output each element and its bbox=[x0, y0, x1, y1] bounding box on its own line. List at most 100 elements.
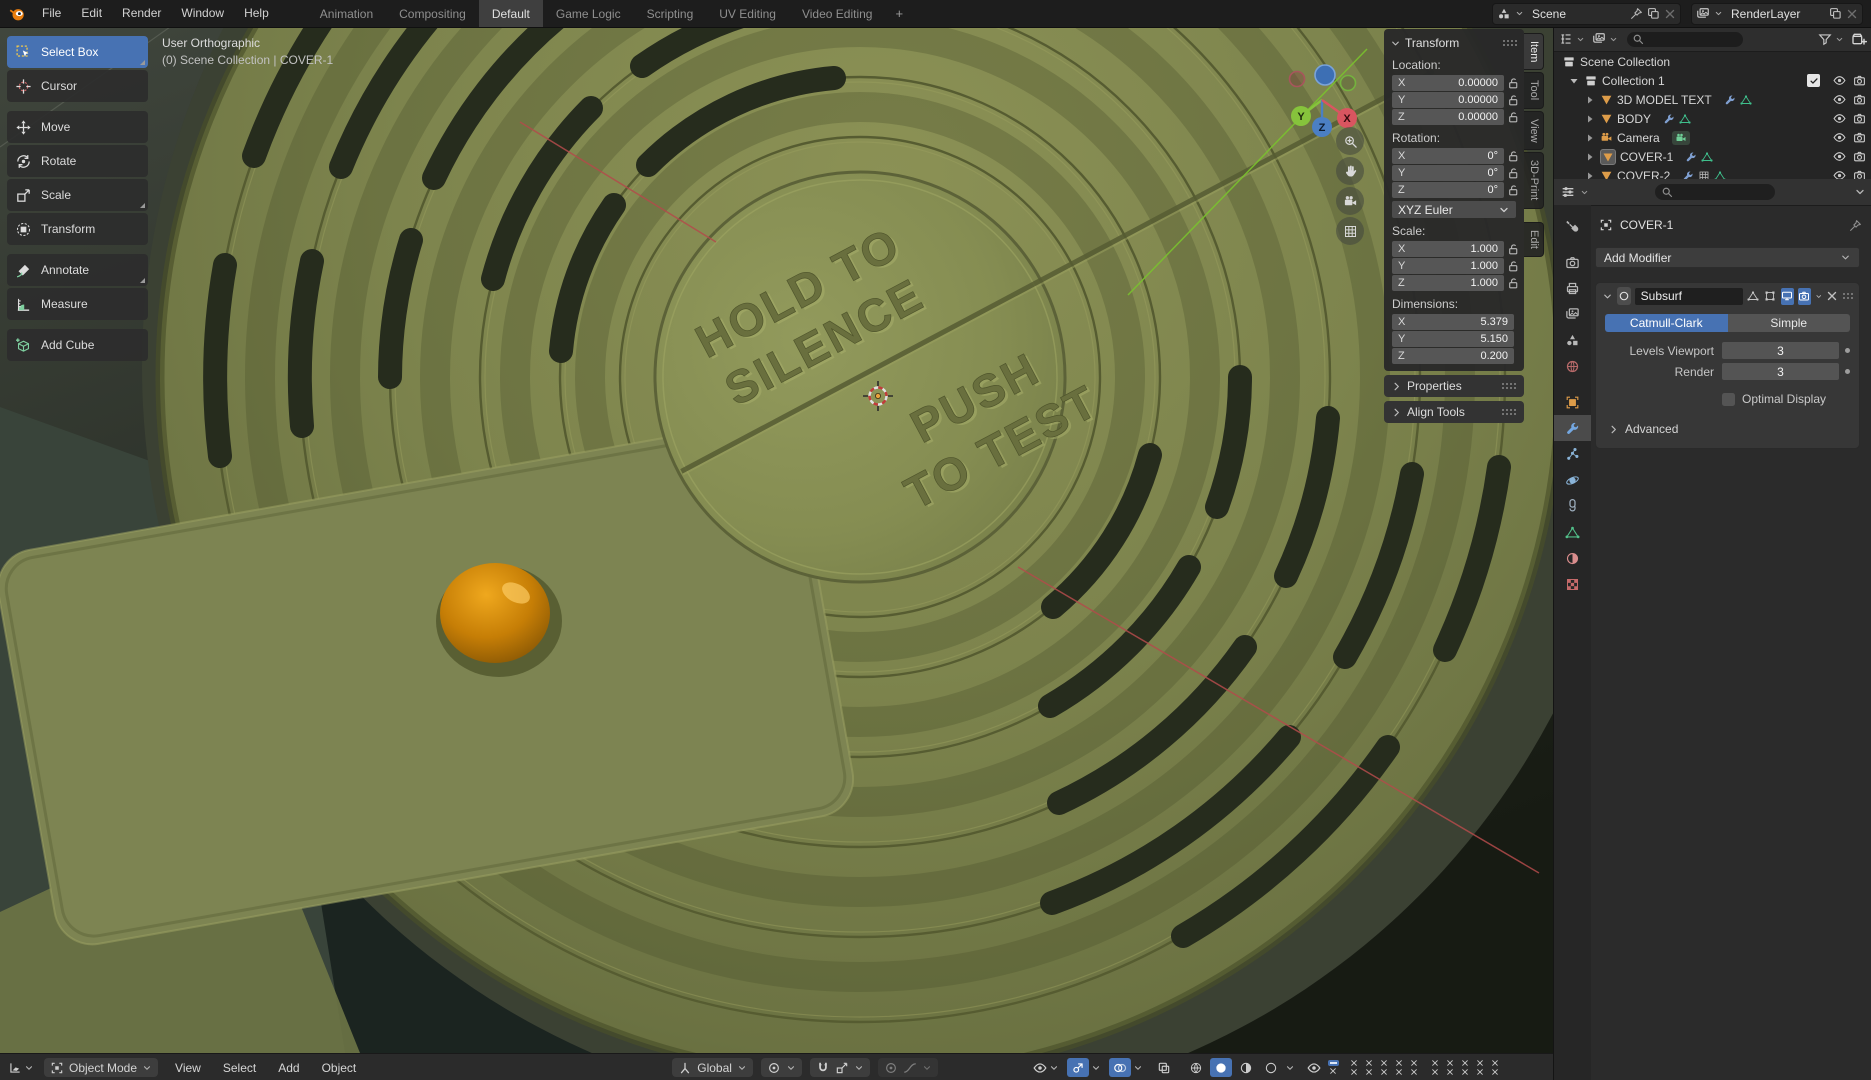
tab-modifier-properties[interactable] bbox=[1554, 415, 1591, 441]
collection-visibility-toggle[interactable] bbox=[1474, 1059, 1487, 1076]
menu-view[interactable]: View bbox=[164, 1061, 212, 1075]
pan-button[interactable] bbox=[1336, 157, 1364, 185]
chevron-down-icon[interactable] bbox=[1609, 35, 1618, 44]
visibility-dropdown[interactable] bbox=[1033, 1061, 1059, 1075]
tab-video-editing[interactable]: Video Editing bbox=[789, 0, 886, 27]
panel-drag-handle[interactable] bbox=[1501, 382, 1517, 390]
collection-visibility-toggle[interactable] bbox=[1348, 1059, 1361, 1076]
tab-scripting[interactable]: Scripting bbox=[634, 0, 707, 27]
tab-edit[interactable]: Edit bbox=[1524, 221, 1544, 257]
tool-measure[interactable]: Measure bbox=[7, 288, 148, 320]
add-modifier-dropdown[interactable]: Add Modifier bbox=[1595, 247, 1860, 268]
tab-tool[interactable]: Tool bbox=[1524, 72, 1544, 109]
tab-output-properties[interactable] bbox=[1554, 275, 1591, 301]
display-mode-icon[interactable] bbox=[1559, 32, 1573, 46]
lock-open-icon[interactable] bbox=[1507, 167, 1520, 180]
dimension-x-field[interactable]: X 5.379 bbox=[1392, 314, 1514, 330]
expand-arrow-icon[interactable] bbox=[1584, 113, 1596, 125]
panel-drag-handle[interactable] bbox=[1501, 408, 1517, 416]
hide-eye-icon[interactable] bbox=[1833, 169, 1846, 179]
collection-visibility-toggle[interactable] bbox=[1378, 1059, 1391, 1076]
location-x-field[interactable]: X 0.00000 bbox=[1392, 75, 1504, 91]
new-layer-copy-icon[interactable] bbox=[1829, 7, 1842, 20]
cage-display-toggle[interactable] bbox=[1764, 288, 1777, 305]
collection-visibility-toggle[interactable] bbox=[1489, 1059, 1502, 1076]
hide-eye-icon[interactable] bbox=[1833, 112, 1846, 125]
collection-visibility-toggle[interactable] bbox=[1444, 1059, 1457, 1076]
scale-z-field[interactable]: Z 1.000 bbox=[1392, 275, 1504, 291]
outliner-row-scene-collection[interactable]: Scene Collection bbox=[1554, 52, 1871, 71]
animate-dot[interactable] bbox=[1845, 348, 1850, 353]
menu-select[interactable]: Select bbox=[212, 1061, 267, 1075]
disable-render-icon[interactable] bbox=[1853, 131, 1866, 144]
tool-rotate[interactable]: Rotate bbox=[7, 145, 148, 177]
tab-texture-properties[interactable] bbox=[1554, 571, 1591, 597]
disable-render-icon[interactable] bbox=[1853, 93, 1866, 106]
axis-neg-x-ball[interactable] bbox=[1288, 70, 1306, 88]
pin-icon[interactable] bbox=[1630, 7, 1643, 20]
menu-window[interactable]: Window bbox=[171, 0, 234, 27]
mode-dropdown[interactable]: Object Mode bbox=[44, 1058, 159, 1077]
tab-physics-properties[interactable] bbox=[1554, 467, 1591, 493]
add-workspace-button[interactable]: + bbox=[885, 0, 913, 27]
chevron-down-icon[interactable] bbox=[1285, 1063, 1295, 1073]
collection-visibility-toggle[interactable] bbox=[1429, 1059, 1442, 1076]
catmull-clark-button[interactable]: Catmull-Clark bbox=[1605, 314, 1728, 332]
orthographic-toggle-button[interactable] bbox=[1336, 217, 1364, 245]
align-tools-subpanel[interactable]: Align Tools bbox=[1384, 401, 1524, 423]
tool-transform[interactable]: Transform bbox=[7, 213, 148, 245]
lock-open-icon[interactable] bbox=[1507, 260, 1520, 273]
chevron-down-icon[interactable] bbox=[1091, 1063, 1101, 1073]
tab-constraint-properties[interactable] bbox=[1554, 493, 1591, 519]
chevron-down-icon[interactable] bbox=[1580, 188, 1589, 197]
tab-world-properties[interactable] bbox=[1554, 353, 1591, 379]
chevron-down-icon[interactable] bbox=[1835, 35, 1844, 44]
outliner-search-input[interactable] bbox=[1627, 31, 1743, 47]
shading-material-button[interactable] bbox=[1235, 1058, 1257, 1077]
expand-arrow-icon[interactable] bbox=[1584, 151, 1596, 163]
outliner-row-cover-1[interactable]: COVER-1 bbox=[1554, 147, 1871, 166]
tab-compositing[interactable]: Compositing bbox=[386, 0, 479, 27]
collection-checkbox[interactable] bbox=[1807, 74, 1820, 87]
transform-orientation-dropdown[interactable]: Global bbox=[672, 1058, 753, 1077]
tab-render-properties[interactable] bbox=[1554, 249, 1591, 275]
render-layers-icon[interactable] bbox=[1696, 7, 1710, 21]
scale-y-field[interactable]: Y 1.000 bbox=[1392, 258, 1504, 274]
modifier-extras-chevron-icon[interactable] bbox=[1815, 291, 1823, 302]
filter-type-icon[interactable] bbox=[1592, 32, 1606, 46]
disable-render-icon[interactable] bbox=[1853, 74, 1866, 87]
viewport-3d[interactable]: HOLD TO SILENCE PUSH TO TEST HOLD TO SILEN… bbox=[0, 27, 1553, 1053]
xray-toggle[interactable] bbox=[1153, 1058, 1175, 1077]
tab-default[interactable]: Default bbox=[478, 0, 543, 27]
filter-icon[interactable] bbox=[1818, 32, 1832, 46]
tab-view-layer-properties[interactable] bbox=[1554, 301, 1591, 327]
disable-render-icon[interactable] bbox=[1853, 169, 1866, 179]
rotation-mode-dropdown[interactable]: XYZ Euler bbox=[1392, 201, 1516, 218]
delete-modifier-icon[interactable] bbox=[1826, 290, 1838, 302]
tab-particle-properties[interactable] bbox=[1554, 441, 1591, 467]
animate-dot[interactable] bbox=[1845, 369, 1850, 374]
tool-move[interactable]: Move bbox=[7, 111, 148, 143]
tab-item[interactable]: Item bbox=[1524, 33, 1544, 71]
expand-arrow-icon[interactable] bbox=[1584, 94, 1596, 106]
tab-material-properties[interactable] bbox=[1554, 545, 1591, 571]
dimension-z-field[interactable]: Z 0.200 bbox=[1392, 348, 1514, 364]
outliner-row-cover-2[interactable]: COVER-2 bbox=[1554, 166, 1871, 179]
new-collection-icon[interactable] bbox=[1851, 31, 1867, 47]
scale-x-field[interactable]: X 1.000 bbox=[1392, 241, 1504, 257]
chevron-down-icon[interactable] bbox=[922, 1063, 932, 1073]
optimal-display-checkbox[interactable] bbox=[1722, 392, 1735, 406]
render-levels-field[interactable]: 3 bbox=[1722, 363, 1839, 380]
properties-subpanel[interactable]: Properties bbox=[1384, 375, 1524, 397]
scene-icon[interactable] bbox=[1497, 7, 1511, 21]
new-scene-copy-icon[interactable] bbox=[1647, 7, 1660, 20]
outliner-row-body[interactable]: BODY bbox=[1554, 109, 1871, 128]
tab-object-properties[interactable] bbox=[1554, 389, 1591, 415]
properties-editor-icon[interactable] bbox=[1560, 184, 1576, 200]
local-view-eye-icon[interactable] bbox=[1307, 1061, 1321, 1075]
menu-edit[interactable]: Edit bbox=[71, 0, 112, 27]
lock-open-icon[interactable] bbox=[1507, 184, 1520, 197]
proportional-edit-icon[interactable] bbox=[884, 1061, 898, 1075]
transform-panel-title[interactable]: Transform bbox=[1405, 36, 1459, 50]
collection-visibility-toggle[interactable] bbox=[1393, 1059, 1406, 1076]
